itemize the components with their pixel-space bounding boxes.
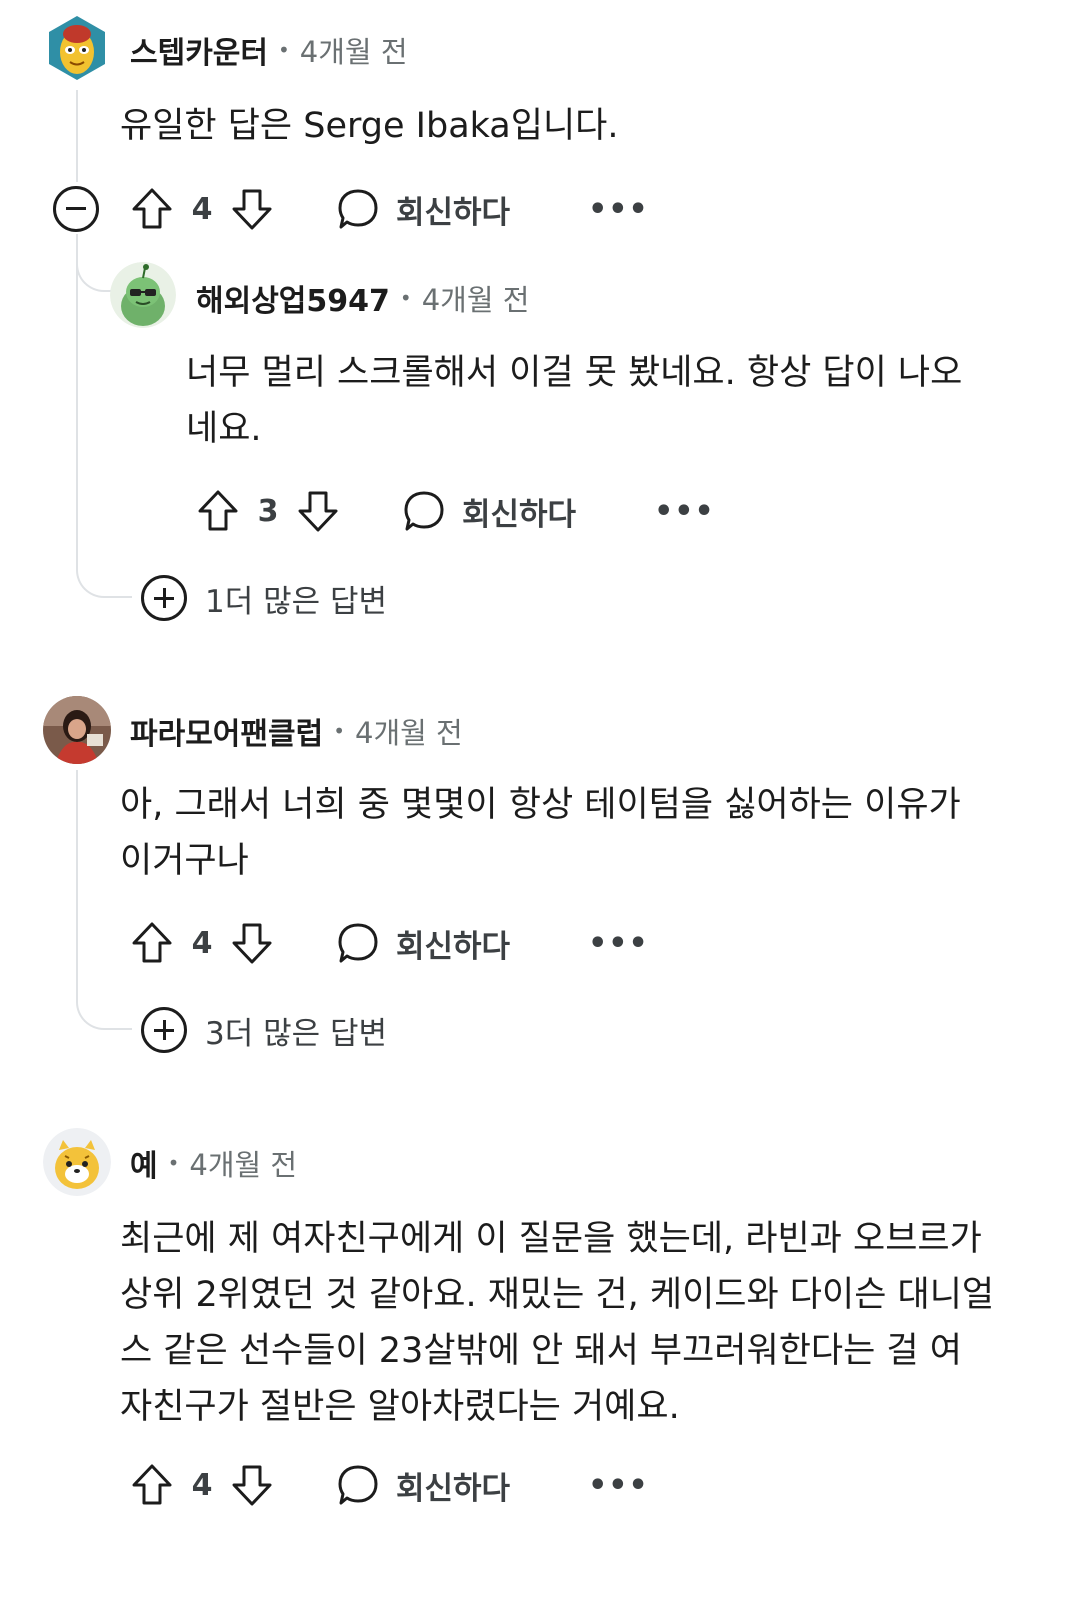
username[interactable]: 스텝카운터 — [130, 28, 268, 72]
speech-bubble-icon — [336, 921, 380, 965]
vote-count: 4 — [191, 925, 213, 961]
reply-button[interactable]: 회신하다 — [336, 921, 510, 966]
comment-body-line: 이거구나 — [120, 841, 249, 881]
reply-button[interactable]: 회신하다 — [402, 489, 576, 534]
arrow-up-icon[interactable] — [128, 1461, 176, 1509]
reply-label: 회신하다 — [396, 1470, 511, 1507]
arrow-down-icon[interactable] — [228, 1461, 276, 1509]
more-replies-button[interactable]: 3더 많은 답변 — [141, 1007, 387, 1053]
timestamp: 4개월 전 — [355, 716, 463, 750]
more-replies-label: 1더 많은 답변 — [205, 583, 388, 620]
comment-meta: 스텝카운터 • 4개월 전 — [130, 28, 408, 72]
comment-actions: 4 회신하다 ••• — [128, 184, 649, 234]
comment-body-line: 네요. — [186, 409, 262, 449]
comment-meta: 파라모어팬클럽 • 4개월 전 — [130, 709, 463, 753]
thread-curve — [76, 970, 132, 1030]
reply-button[interactable]: 회신하다 — [336, 187, 510, 232]
timestamp: 4개월 전 — [299, 35, 408, 69]
avatar[interactable] — [43, 696, 111, 764]
meta-separator: • — [333, 719, 345, 743]
comment-actions: 3 회신하다 ••• — [194, 486, 715, 536]
avatar[interactable] — [110, 262, 176, 328]
arrow-up-icon[interactable] — [194, 487, 242, 535]
reply-label: 회신하다 — [462, 496, 577, 533]
timestamp: 4개월 전 — [421, 283, 530, 317]
arrow-down-icon[interactable] — [228, 919, 276, 967]
avatar[interactable] — [43, 14, 111, 82]
more-options-button[interactable]: ••• — [588, 926, 649, 961]
more-options-button[interactable]: ••• — [588, 192, 649, 227]
thread-line — [76, 770, 78, 970]
username[interactable]: 예 — [130, 1141, 158, 1185]
arrow-up-icon[interactable] — [128, 185, 176, 233]
plus-circle-icon — [141, 1007, 187, 1053]
comment-actions: 4 회신하다 ••• — [128, 1460, 649, 1510]
more-replies-button[interactable]: 1더 많은 답변 — [141, 575, 387, 621]
speech-bubble-icon — [336, 1463, 380, 1507]
vote-count: 4 — [191, 1467, 213, 1503]
vote-count: 3 — [257, 493, 279, 529]
meta-separator: • — [278, 38, 290, 62]
more-options-button[interactable]: ••• — [588, 1468, 649, 1503]
meta-separator: • — [399, 286, 412, 310]
comment-body-line: 자친구가 절반은 알아차렸다는 거예요. — [120, 1387, 680, 1427]
comment-body: 아, 그래서 너희 중 몇몇이 항상 테이텀을 싫어하는 이유가 이거구나 — [120, 777, 961, 889]
comment-body: 유일한 답은 Serge Ibaka입니다. — [120, 106, 619, 146]
thread-line — [76, 234, 78, 544]
comment-body-line: 최근에 제 여자친구에게 이 질문을 했는데, 라빈과 오브르가 — [120, 1219, 982, 1259]
comment-body: 너무 멀리 스크롤해서 이걸 못 봤네요. 항상 답이 나오 네요. — [186, 345, 962, 457]
thread-curve — [76, 544, 132, 598]
comment-body-line: 아, 그래서 너희 중 몇몇이 항상 테이텀을 싫어하는 이유가 — [120, 785, 961, 825]
vote-count: 4 — [191, 191, 213, 227]
reply-label: 회신하다 — [396, 194, 511, 231]
comment-body-line: 상위 2위였던 것 같아요. 재밌는 건, 케이드와 다이슨 대니얼 — [120, 1275, 995, 1315]
avatar[interactable] — [43, 1128, 111, 1196]
more-options-button[interactable]: ••• — [654, 494, 715, 529]
collapse-button[interactable] — [53, 186, 99, 232]
thread-line — [76, 90, 78, 182]
more-replies-label: 3더 많은 답변 — [205, 1015, 388, 1052]
comment-body-line: 너무 멀리 스크롤해서 이걸 못 봤네요. 항상 답이 나오 — [186, 353, 963, 393]
comment-body-line: 스 같은 선수들이 23살밖에 안 돼서 부끄러워한다는 걸 여 — [120, 1331, 962, 1371]
username[interactable]: 파라모어팬클럽 — [130, 709, 323, 753]
arrow-down-icon[interactable] — [228, 185, 276, 233]
arrow-down-icon[interactable] — [294, 487, 342, 535]
comment-body: 최근에 제 여자친구에게 이 질문을 했는데, 라빈과 오브르가 상위 2위였던… — [120, 1211, 994, 1435]
reply-label: 회신하다 — [396, 928, 511, 965]
plus-circle-icon — [141, 575, 187, 621]
speech-bubble-icon — [336, 187, 380, 231]
speech-bubble-icon — [402, 489, 446, 533]
meta-separator: • — [167, 1151, 180, 1175]
comment-thread: 스텝카운터 • 4개월 전 유일한 답은 Serge Ibaka입니다. 4 회… — [0, 0, 1074, 1611]
comment-meta: 해외상업5947 • 4개월 전 — [196, 276, 529, 320]
comment-meta: 예 • 4개월 전 — [130, 1141, 297, 1185]
arrow-up-icon[interactable] — [128, 919, 176, 967]
username[interactable]: 해외상업5947 — [196, 276, 390, 320]
reply-button[interactable]: 회신하다 — [336, 1463, 510, 1508]
timestamp: 4개월 전 — [189, 1148, 298, 1182]
comment-actions: 4 회신하다 ••• — [128, 918, 649, 968]
